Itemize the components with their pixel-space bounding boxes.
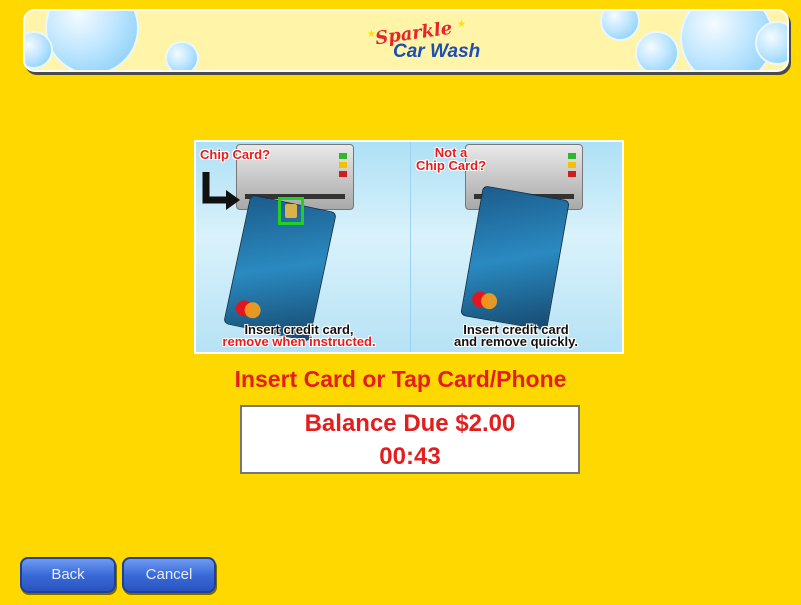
bubble-decoration: [165, 41, 199, 70]
chip-card-label: Chip Card?: [200, 147, 271, 162]
star-icon: ★: [457, 19, 466, 30]
label-line: Chip Card?: [415, 158, 487, 173]
bubble-decoration: [45, 11, 139, 70]
header-banner: ★ ★ Sparkle Car Wash: [23, 9, 789, 72]
card-instruction-image: Chip Card? Insert credit card, remove wh…: [194, 140, 624, 354]
chip-highlight-icon: [278, 197, 304, 225]
non-chip-card-caption: Insert credit card and remove quickly.: [421, 323, 611, 349]
cancel-button[interactable]: Cancel: [122, 557, 216, 593]
arrow-right-icon: [202, 172, 240, 210]
non-chip-card-label: Not a Chip Card?: [411, 146, 491, 172]
back-button[interactable]: Back: [20, 557, 116, 593]
balance-due: Balance Due $2.00: [304, 410, 516, 437]
bubble-decoration: [600, 11, 640, 41]
caption-line: and remove quickly.: [453, 334, 579, 349]
chip-card-caption: Insert credit card, remove when instruct…: [204, 323, 394, 349]
logo-text: Car Wash: [393, 41, 481, 62]
countdown-timer: 00:43: [379, 443, 441, 470]
bubble-decoration: [635, 31, 679, 70]
caption-line-red: remove when instructed.: [222, 334, 376, 349]
balance-display: Balance Due $2.00 00:43: [240, 405, 580, 474]
payment-prompt: Insert Card or Tap Card/Phone: [234, 366, 567, 392]
logo: ★ ★ Sparkle Car Wash: [365, 18, 485, 67]
non-chip-card-illustration: Not a Chip Card? Insert credit card and …: [411, 142, 622, 352]
chip-card-illustration: Chip Card? Insert credit card, remove wh…: [196, 142, 410, 352]
